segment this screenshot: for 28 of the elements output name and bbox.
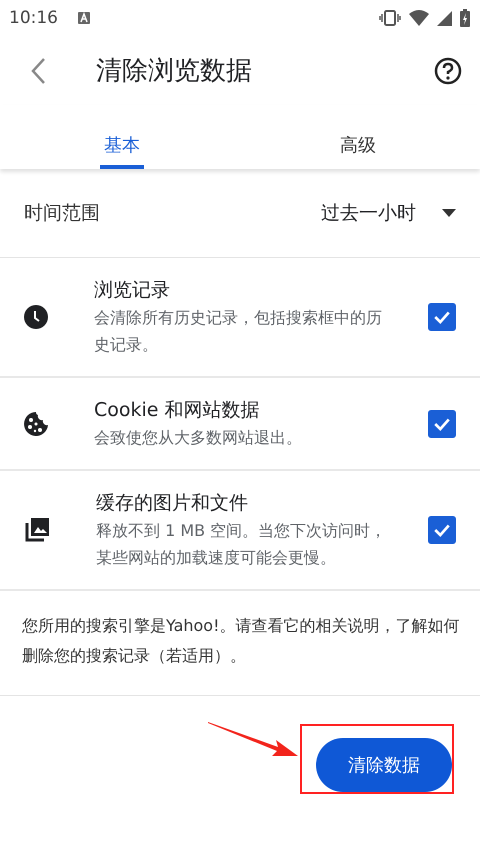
photos-icon <box>24 517 50 543</box>
tab[interactable]: 基本 <box>100 105 144 169</box>
tab[interactable]: 高级 <box>336 105 380 169</box>
wifi-icon <box>409 10 429 26</box>
time-range-label: 时间范围 <box>24 201 100 226</box>
notification-icon <box>78 12 90 24</box>
clock-icon <box>24 305 48 329</box>
vibrate-icon <box>379 10 401 26</box>
page-title: 清除浏览数据 <box>96 55 253 88</box>
option-title: 缓存的图片和文件 <box>96 491 249 516</box>
option-description: 会清除所有历史记录，包括搜索框中的历史记录。 <box>94 307 383 356</box>
back-icon[interactable] <box>30 56 46 84</box>
cookie-icon <box>24 412 48 436</box>
option-title: 浏览记录 <box>94 278 171 303</box>
help-icon[interactable] <box>434 56 462 84</box>
checkbox[interactable] <box>428 516 456 544</box>
battery-icon <box>460 9 470 27</box>
time-range-dropdown[interactable]: 过去一小时 <box>321 200 456 226</box>
dropdown-icon <box>442 209 456 217</box>
clear-data-button[interactable]: 清除数据 <box>316 738 452 792</box>
option-description: 会致使您从大多数网站退出。 <box>94 427 303 449</box>
checkbox[interactable] <box>428 303 456 331</box>
checkbox[interactable] <box>428 410 456 438</box>
option-title: Cookie 和网站数据 <box>94 398 261 423</box>
search-engine-note: 您所用的搜索引擎是Yahoo!。请查看它的相关说明，了解如何删除您的搜索记录（若适用）。 <box>22 616 460 665</box>
signal-icon <box>437 10 452 26</box>
option-description: 释放不到 1 MB 空间。当您下次访问时，某些网站的加载速度可能会更慢。 <box>96 520 388 569</box>
status-time: 10:16 <box>9 8 58 28</box>
